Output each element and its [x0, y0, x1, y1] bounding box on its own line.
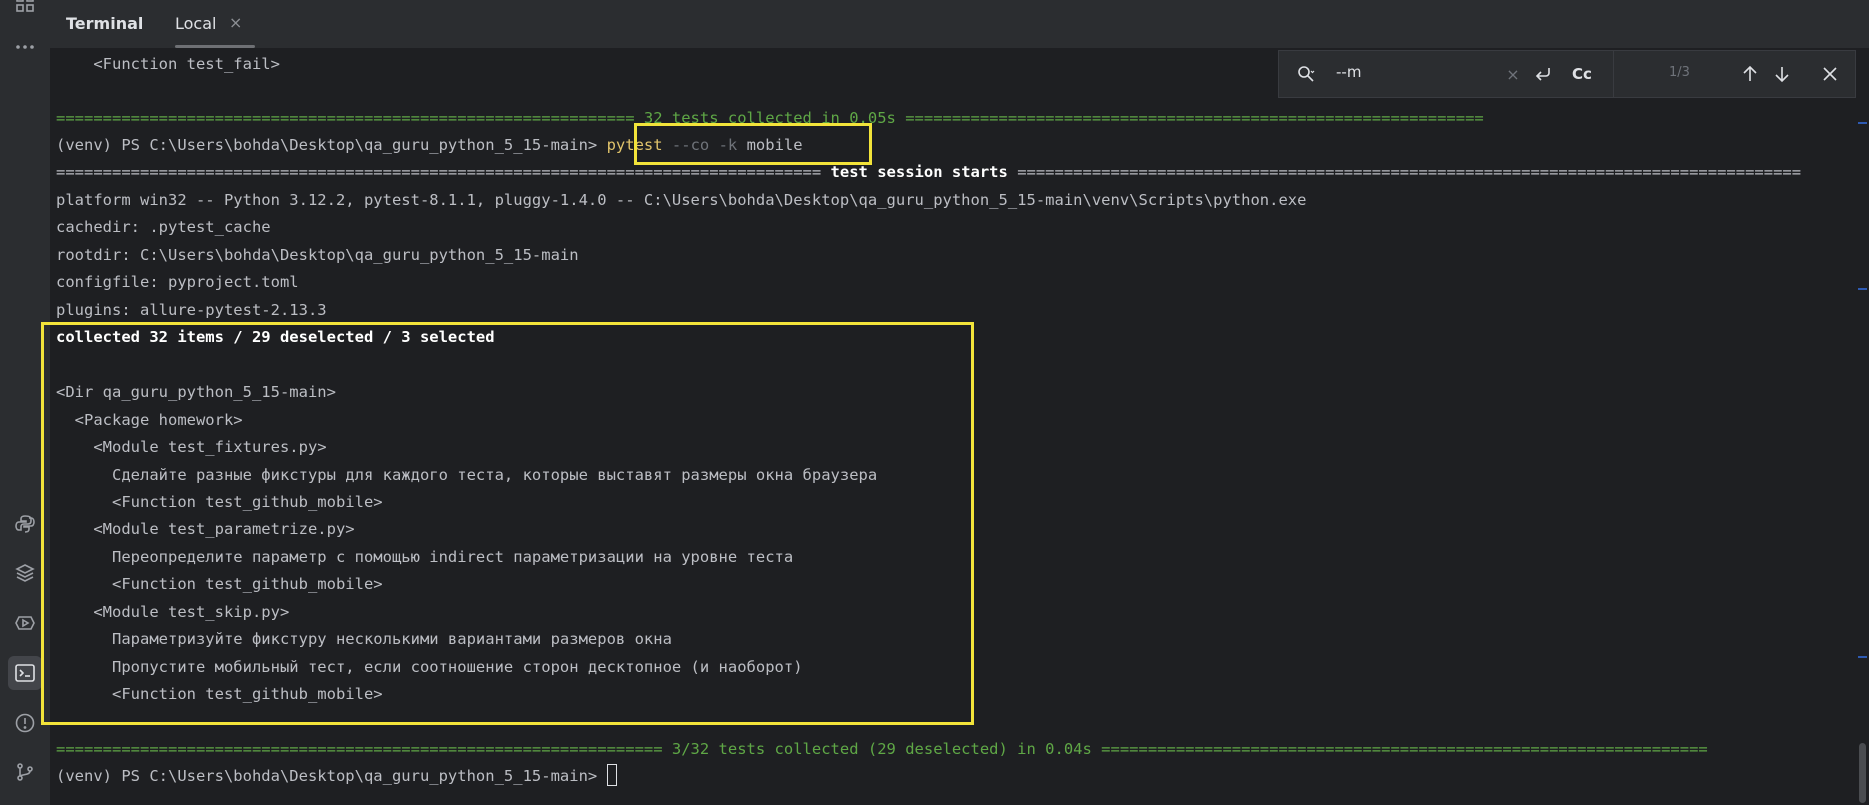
regex-newline-icon[interactable]: [1531, 63, 1555, 85]
output-line: configfile: pyproject.toml: [56, 273, 299, 291]
session-separator: ========================================…: [56, 160, 1801, 184]
match-case-label: Cc: [1572, 65, 1592, 83]
grid-icon[interactable]: [8, 0, 42, 20]
vertical-scrollbar[interactable]: [1856, 48, 1869, 805]
prompt: (venv) PS C:\Users\bohda\Desktop\qa_guru…: [56, 136, 607, 154]
match-count: 1/3: [1669, 65, 1690, 80]
output-line: rootdir: C:\Users\bohda\Desktop\qa_guru_…: [56, 246, 579, 264]
run-icon[interactable]: [8, 606, 42, 640]
output-line: plugins: allure-pytest-2.13.3: [56, 301, 327, 319]
separator-right: ========================================…: [1007, 163, 1802, 181]
layers-icon[interactable]: [8, 556, 42, 590]
search-match-marker: [1858, 288, 1867, 290]
command-line[interactable]: (venv) PS C:\Users\bohda\Desktop\qa_guru…: [56, 764, 617, 788]
clear-icon[interactable]: ×: [1503, 64, 1523, 84]
output-line: platform win32 -- Python 3.12.2, pytest-…: [56, 191, 1307, 209]
text-cursor: [606, 764, 617, 786]
prompt: (venv) PS C:\Users\bohda\Desktop\qa_guru…: [56, 767, 607, 785]
terminal-icon[interactable]: [8, 656, 42, 690]
tab-close-icon[interactable]: ×: [229, 13, 242, 32]
python-icon[interactable]: [8, 507, 42, 541]
separator-line: ========================================…: [56, 740, 1708, 758]
search-icon[interactable]: [1291, 63, 1321, 85]
tab-local-label[interactable]: Local: [175, 14, 216, 33]
git-icon[interactable]: [8, 755, 42, 789]
tool-window-header: Terminal Local ×: [50, 0, 1869, 49]
problems-icon[interactable]: [8, 706, 42, 740]
search-match-marker: [1858, 656, 1867, 658]
output-line: <Function test_fail>: [56, 55, 280, 73]
find-bar: --m × Cc 1/3: [1278, 50, 1856, 98]
close-icon[interactable]: [1819, 63, 1841, 85]
output-line: cachedir: .pytest_cache: [56, 218, 271, 236]
arrow-down-icon[interactable]: [1771, 63, 1793, 85]
output-highlight-box: [41, 322, 974, 725]
more-icon[interactable]: [8, 30, 42, 64]
search-input[interactable]: --m: [1336, 63, 1361, 81]
session-title: test session starts: [830, 163, 1008, 181]
separator-left: ========================================…: [56, 163, 831, 181]
tab-local[interactable]: Local ×: [50, 0, 350, 48]
scrollbar-thumb[interactable]: [1859, 743, 1866, 803]
match-case-icon[interactable]: Cc: [1565, 63, 1599, 85]
find-bar-divider: [1613, 51, 1614, 97]
command-highlight-box: [634, 123, 872, 165]
ide-window: Terminal Local × <Function test_fail> ==…: [0, 0, 1869, 805]
search-match-marker: [1858, 122, 1867, 124]
arrow-up-icon[interactable]: [1739, 63, 1761, 85]
